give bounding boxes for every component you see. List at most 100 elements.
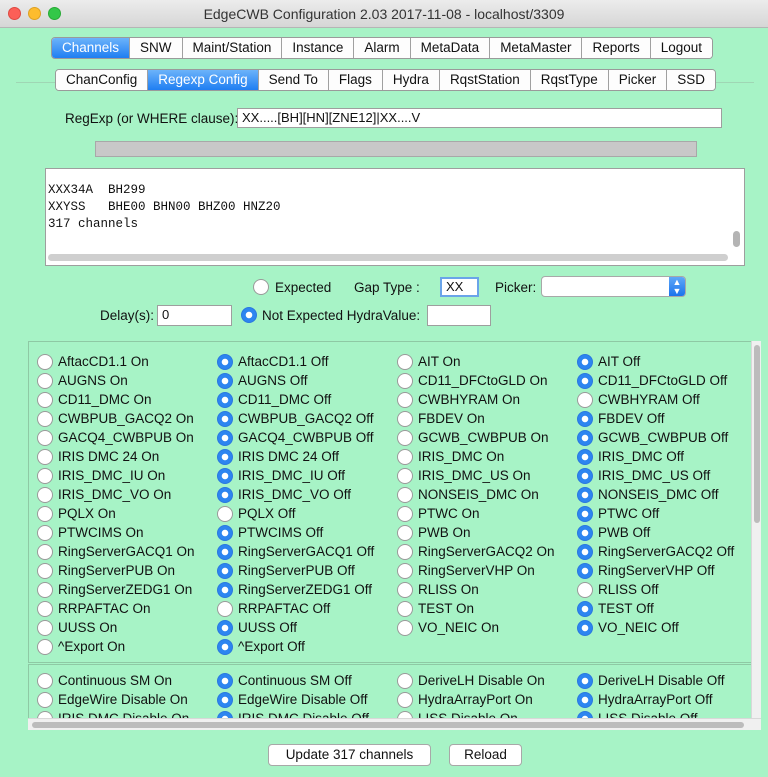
radio-button[interactable] [577, 563, 593, 579]
tab-snw[interactable]: SNW [130, 38, 183, 58]
radio-button[interactable] [397, 544, 413, 560]
scroll-thumb[interactable] [754, 345, 760, 523]
radio-button[interactable] [37, 373, 53, 389]
radio-button[interactable] [397, 373, 413, 389]
results-horizontal-scrollbar[interactable] [48, 254, 728, 261]
radio-button[interactable] [397, 525, 413, 541]
radio-button[interactable] [217, 601, 233, 617]
expected-radio[interactable] [253, 279, 269, 295]
panel-vertical-scrollbar[interactable] [751, 341, 761, 719]
not-expected-radio[interactable] [241, 307, 257, 323]
radio-button[interactable] [217, 411, 233, 427]
radio-button[interactable] [577, 392, 593, 408]
radio-button[interactable] [577, 430, 593, 446]
radio-button[interactable] [217, 563, 233, 579]
radio-button[interactable] [577, 449, 593, 465]
radio-button[interactable] [217, 468, 233, 484]
radio-button[interactable] [37, 487, 53, 503]
radio-button[interactable] [37, 601, 53, 617]
radio-button[interactable] [397, 673, 413, 689]
radio-button[interactable] [37, 430, 53, 446]
radio-button[interactable] [37, 673, 53, 689]
radio-button[interactable] [217, 487, 233, 503]
radio-button[interactable] [397, 506, 413, 522]
radio-button[interactable] [397, 430, 413, 446]
radio-button[interactable] [37, 582, 53, 598]
regexp-input[interactable]: XX.....[BH][HN][ZNE12]|XX....V [237, 108, 722, 128]
radio-button[interactable] [397, 354, 413, 370]
radio-button[interactable] [577, 601, 593, 617]
radio-button[interactable] [577, 544, 593, 560]
radio-button[interactable] [217, 639, 233, 655]
subtab-chanconfig[interactable]: ChanConfig [56, 70, 149, 90]
radio-button[interactable] [37, 639, 53, 655]
radio-button[interactable] [397, 692, 413, 708]
radio-button[interactable] [217, 525, 233, 541]
radio-button[interactable] [217, 373, 233, 389]
reload-button[interactable]: Reload [449, 744, 522, 766]
radio-button[interactable] [577, 354, 593, 370]
radio-button[interactable] [397, 411, 413, 427]
tab-maint-station[interactable]: Maint/Station [182, 38, 283, 58]
tab-alarm[interactable]: Alarm [354, 38, 411, 58]
radio-button[interactable] [217, 449, 233, 465]
picker-select[interactable]: ▲ ▼ [541, 276, 686, 297]
radio-button[interactable] [217, 506, 233, 522]
radio-button[interactable] [217, 620, 233, 636]
radio-button[interactable] [577, 487, 593, 503]
radio-button[interactable] [37, 354, 53, 370]
tab-instance[interactable]: Instance [282, 38, 355, 58]
radio-button[interactable] [217, 673, 233, 689]
tab-metamaster[interactable]: MetaMaster [490, 38, 583, 58]
gap-type-input[interactable]: XX [440, 277, 479, 297]
panel-horizontal-scrollbar[interactable] [28, 718, 761, 730]
subtab-ssd[interactable]: SSD [667, 70, 716, 90]
radio-button[interactable] [577, 468, 593, 484]
subtab-rqststation[interactable]: RqstStation [439, 70, 531, 90]
radio-button[interactable] [37, 411, 53, 427]
radio-button[interactable] [577, 525, 593, 541]
scroll-thumb[interactable] [32, 722, 744, 728]
radio-button[interactable] [217, 392, 233, 408]
radio-button[interactable] [37, 392, 53, 408]
radio-button[interactable] [37, 620, 53, 636]
tab-channels[interactable]: Channels [52, 38, 131, 58]
radio-button[interactable] [397, 601, 413, 617]
tab-metadata[interactable]: MetaData [410, 38, 491, 58]
radio-button[interactable] [217, 430, 233, 446]
update-channels-button[interactable]: Update 317 channels [268, 744, 431, 766]
tab-reports[interactable]: Reports [582, 38, 651, 58]
radio-button[interactable] [577, 692, 593, 708]
radio-button[interactable] [37, 563, 53, 579]
subtab-hydra[interactable]: Hydra [382, 70, 440, 90]
radio-button[interactable] [217, 692, 233, 708]
hydra-value-input[interactable] [427, 305, 491, 326]
radio-button[interactable] [397, 449, 413, 465]
radio-button[interactable] [577, 411, 593, 427]
radio-button[interactable] [37, 544, 53, 560]
radio-button[interactable] [37, 692, 53, 708]
radio-button[interactable] [577, 620, 593, 636]
radio-button[interactable] [397, 563, 413, 579]
subtab-picker[interactable]: Picker [608, 70, 668, 90]
radio-button[interactable] [577, 673, 593, 689]
radio-button[interactable] [217, 354, 233, 370]
results-text-area[interactable]: XXX34A BH299 XXYSS BHE00 BHN00 BHZ00 HNZ… [45, 168, 745, 266]
radio-button[interactable] [397, 582, 413, 598]
radio-button[interactable] [577, 506, 593, 522]
radio-button[interactable] [37, 506, 53, 522]
radio-button[interactable] [397, 487, 413, 503]
radio-button[interactable] [217, 544, 233, 560]
radio-button[interactable] [217, 582, 233, 598]
radio-button[interactable] [397, 620, 413, 636]
results-vertical-scrollbar[interactable] [733, 231, 740, 247]
radio-button[interactable] [37, 449, 53, 465]
radio-button[interactable] [397, 392, 413, 408]
tab-logout[interactable]: Logout [650, 38, 713, 58]
radio-button[interactable] [577, 373, 593, 389]
subtab-flags[interactable]: Flags [328, 70, 383, 90]
delay-input[interactable]: 0 [157, 305, 232, 326]
radio-button[interactable] [37, 468, 53, 484]
radio-button[interactable] [37, 525, 53, 541]
subtab-regexp-config[interactable]: Regexp Config [148, 70, 259, 90]
